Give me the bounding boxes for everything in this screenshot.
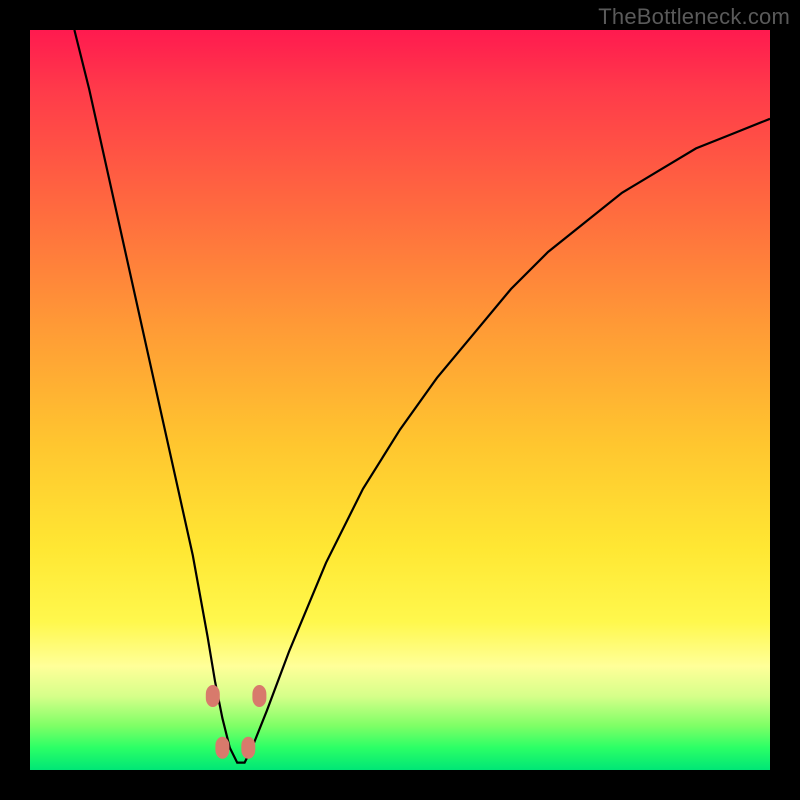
- right-upper-marker: [252, 685, 266, 707]
- curve-path: [74, 30, 770, 763]
- watermark-text: TheBottleneck.com: [598, 4, 790, 30]
- chart-area: [30, 30, 770, 770]
- curve-markers: [206, 685, 267, 759]
- right-lower-marker: [241, 737, 255, 759]
- left-lower-marker: [215, 737, 229, 759]
- left-upper-marker: [206, 685, 220, 707]
- bottleneck-curve: [30, 30, 770, 770]
